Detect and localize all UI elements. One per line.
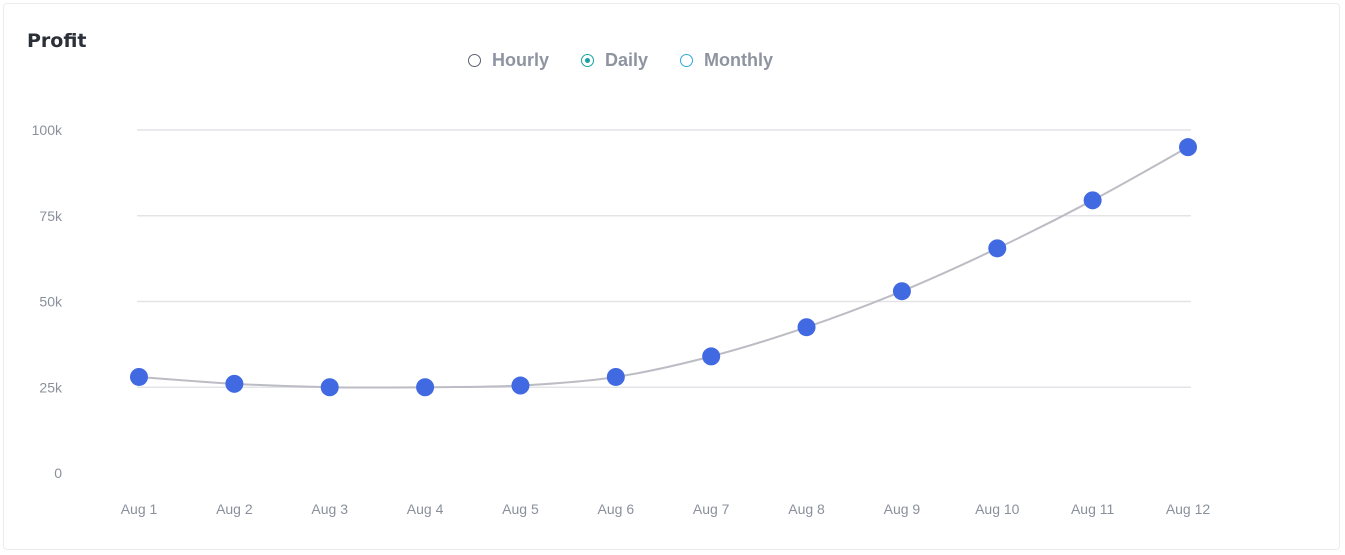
profit-line-chart: 0 25k 50k 75k 100k Aug 1 Aug 2 Aug 3 Aug 4 Aug 5 A… <box>32 122 1211 517</box>
data-point <box>702 347 721 366</box>
data-point <box>511 376 530 395</box>
x-tick-label: Aug 1 <box>121 501 158 517</box>
data-point <box>606 367 625 386</box>
chart-card: Profit Hourly Daily Monthly 0 25k 50k 75k 10… <box>3 3 1340 550</box>
y-tick-label: 75k <box>39 208 63 224</box>
profit-series-line <box>138 146 1189 389</box>
data-point <box>225 374 244 393</box>
x-tick-label: Aug 9 <box>884 501 921 517</box>
data-point <box>416 378 435 397</box>
x-tick-label: Aug 2 <box>216 501 253 517</box>
data-point <box>130 367 148 386</box>
y-tick-label: 50k <box>39 294 63 310</box>
x-tick-label: Aug 3 <box>311 501 348 517</box>
x-tick-label: Aug 12 <box>1166 501 1211 517</box>
data-point <box>892 282 911 301</box>
x-tick-label: Aug 7 <box>693 501 730 517</box>
y-tick-label: 0 <box>54 465 62 481</box>
x-tick-label: Aug 8 <box>788 501 825 517</box>
x-tick-label: Aug 10 <box>975 501 1020 517</box>
data-point <box>1083 191 1102 210</box>
data-point <box>797 318 816 337</box>
data-point <box>1179 138 1197 157</box>
x-tick-label: Aug 5 <box>502 501 539 517</box>
data-point <box>320 378 339 397</box>
y-tick-label: 25k <box>39 379 63 395</box>
data-point <box>988 239 1007 258</box>
x-tick-label: Aug 11 <box>1071 501 1115 517</box>
x-tick-label: Aug 6 <box>598 501 635 517</box>
x-tick-label: Aug 4 <box>407 501 444 517</box>
y-tick-label: 100k <box>32 122 63 138</box>
